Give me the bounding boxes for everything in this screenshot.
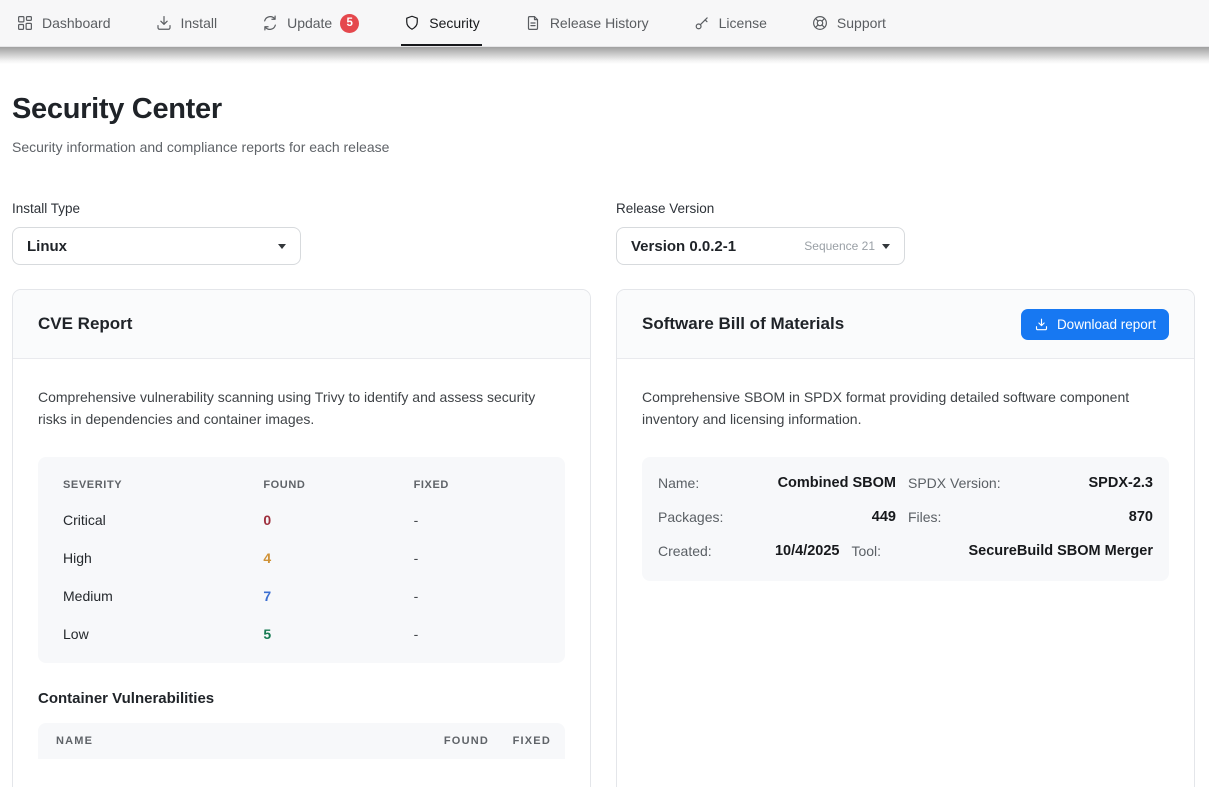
table-row: High 4 -	[38, 539, 565, 577]
severity-fixed-count: -	[414, 550, 540, 566]
sbom-spdx-version-label: SPDX Version:	[908, 475, 1013, 491]
download-icon	[1034, 317, 1049, 332]
severity-table-header: SEVERITY FOUND FIXED	[38, 465, 565, 501]
sbom-title: Software Bill of Materials	[642, 314, 844, 334]
nav-item-license[interactable]: License	[693, 0, 767, 46]
sbom-packages-label: Packages:	[658, 509, 756, 525]
sbom-spdx-version-value: SPDX-2.3	[1025, 475, 1153, 491]
table-row: Medium 7 -	[38, 577, 565, 615]
severity-name: Medium	[63, 588, 263, 604]
sbom-files-label: Files:	[908, 509, 1013, 525]
table-row: Critical 0 -	[38, 501, 565, 539]
severity-col-header: SEVERITY	[63, 479, 263, 491]
nav-label-license: License	[719, 15, 767, 31]
cve-report-card: CVE Report Comprehensive vulnerability s…	[12, 289, 591, 787]
container-vulnerabilities-table: NAME FOUND FIXED	[38, 723, 565, 759]
refresh-icon	[261, 14, 279, 32]
release-sequence-label: Sequence 21	[804, 239, 875, 253]
table-row: Low 5 -	[38, 615, 565, 653]
severity-table: SEVERITY FOUND FIXED Critical 0 - High 4…	[38, 457, 565, 663]
dashboard-grid-icon	[16, 14, 34, 32]
severity-found-count: 5	[263, 626, 413, 642]
container-vulnerabilities-title: Container Vulnerabilities	[38, 690, 565, 707]
severity-fixed-count: -	[414, 588, 540, 604]
name-col-header: NAME	[56, 735, 397, 747]
sbom-body: Comprehensive SBOM in SPDX format provid…	[617, 359, 1194, 581]
download-report-button[interactable]: Download report	[1021, 309, 1169, 340]
sbom-card: Software Bill of Materials Download repo…	[616, 289, 1195, 787]
lifebuoy-icon	[811, 14, 829, 32]
release-version-dropdown[interactable]: Version 0.0.2-1 Sequence 21	[616, 227, 905, 265]
cve-report-description: Comprehensive vulnerability scanning usi…	[38, 387, 565, 430]
page-title: Security Center	[12, 93, 1195, 126]
shield-icon	[403, 14, 421, 32]
nav-item-dashboard[interactable]: Dashboard	[16, 0, 111, 46]
table-row: Name: Combined SBOM SPDX Version: SPDX-2…	[658, 466, 1153, 500]
sbom-created-value: 10/4/2025	[768, 543, 839, 559]
container-vulnerabilities-header: NAME FOUND FIXED	[38, 723, 565, 759]
sbom-tool-value: SecureBuild SBOM Merger	[968, 543, 1153, 559]
severity-name: Low	[63, 626, 263, 642]
severity-fixed-count: -	[414, 626, 540, 642]
found-col-header: FOUND	[263, 479, 413, 491]
chevron-down-icon	[882, 244, 890, 249]
sbom-name-label: Name:	[658, 475, 756, 491]
sbom-name-value: Combined SBOM	[768, 475, 896, 491]
sbom-files-value: 870	[1025, 509, 1153, 525]
severity-found-count: 4	[263, 550, 413, 566]
table-row: Created: 10/4/2025 Tool: SecureBuild SBO…	[658, 534, 1153, 568]
document-icon	[524, 14, 542, 32]
sbom-created-label: Created:	[658, 543, 756, 559]
nav-item-release-history[interactable]: Release History	[524, 0, 649, 46]
nav-label-dashboard: Dashboard	[42, 15, 111, 31]
nav-item-security[interactable]: Security	[403, 0, 480, 46]
nav-label-release-history: Release History	[550, 15, 649, 31]
chevron-down-icon	[278, 244, 286, 249]
main-content: Security Center Security information and…	[0, 64, 1209, 787]
nav-item-support[interactable]: Support	[811, 0, 886, 46]
sbom-description: Comprehensive SBOM in SPDX format provid…	[642, 387, 1169, 430]
install-type-label: Install Type	[12, 201, 591, 216]
top-navigation: Dashboard Install Update 5 Security Rele…	[0, 0, 1209, 47]
nav-label-support: Support	[837, 15, 886, 31]
nav-item-install[interactable]: Install	[155, 0, 218, 46]
severity-found-count: 0	[263, 512, 413, 528]
fixed-col-header: FIXED	[414, 479, 540, 491]
cve-report-title: CVE Report	[38, 314, 132, 334]
download-icon	[155, 14, 173, 32]
install-type-dropdown[interactable]: Linux	[12, 227, 301, 265]
nav-label-install: Install	[181, 15, 218, 31]
sbom-header: Software Bill of Materials Download repo…	[617, 290, 1194, 359]
release-version-label: Release Version	[616, 201, 1195, 216]
page-subtitle: Security information and compliance repo…	[12, 139, 1195, 155]
install-type-filter: Install Type Linux	[12, 201, 591, 265]
cve-report-body: Comprehensive vulnerability scanning usi…	[13, 359, 590, 759]
report-cards: CVE Report Comprehensive vulnerability s…	[12, 289, 1195, 787]
found-col-header: FOUND	[397, 735, 489, 747]
sbom-packages-value: 449	[768, 509, 896, 525]
fixed-col-header: FIXED	[489, 735, 551, 747]
severity-name: High	[63, 550, 263, 566]
download-report-label: Download report	[1057, 317, 1156, 332]
filters-row: Install Type Linux Release Version Versi…	[12, 201, 1195, 265]
release-version-filter: Release Version Version 0.0.2-1 Sequence…	[616, 201, 1195, 265]
table-row: Packages: 449 Files: 870	[658, 500, 1153, 534]
nav-item-update[interactable]: Update 5	[261, 0, 359, 46]
severity-fixed-count: -	[414, 512, 540, 528]
severity-name: Critical	[63, 512, 263, 528]
update-count-badge: 5	[340, 14, 359, 33]
sbom-details-table: Name: Combined SBOM SPDX Version: SPDX-2…	[642, 457, 1169, 581]
nav-label-update: Update	[287, 15, 332, 31]
cve-report-header: CVE Report	[13, 290, 590, 359]
header-scroll-shadow	[0, 47, 1209, 64]
install-type-value: Linux	[27, 238, 278, 255]
sbom-tool-label: Tool:	[851, 543, 956, 559]
nav-label-security: Security	[429, 15, 480, 31]
severity-found-count: 7	[263, 588, 413, 604]
release-version-value: Version 0.0.2-1	[631, 238, 804, 255]
key-icon	[693, 14, 711, 32]
